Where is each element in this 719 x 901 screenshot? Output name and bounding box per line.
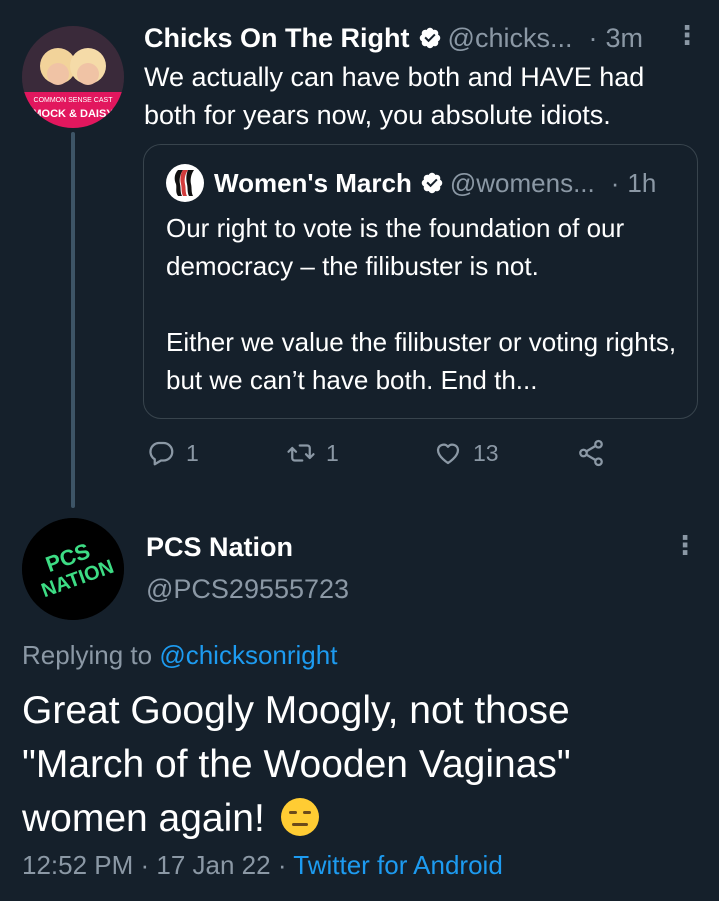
quoted-tweet-header: Women's March @womens... · 1h xyxy=(166,164,686,202)
tweet1-time[interactable]: 3m xyxy=(605,23,643,54)
womens-march-avatar[interactable] xyxy=(166,164,204,202)
like-count: 13 xyxy=(473,439,499,466)
tweet1-handle[interactable]: @chicks... xyxy=(448,23,573,54)
chicks-on-the-right-avatar[interactable]: COMMON SENSE CAST MOCK & DAISY xyxy=(22,26,124,128)
share-button[interactable] xyxy=(576,438,616,468)
separator-dot: · xyxy=(588,22,598,53)
like-button[interactable]: 13 xyxy=(433,438,499,468)
verified-badge-icon xyxy=(418,26,442,50)
quoted-time[interactable]: 1h xyxy=(627,168,656,199)
tweet2-author-name[interactable]: PCS Nation xyxy=(146,532,293,563)
avatar-image: PCS NATION xyxy=(22,518,124,620)
more-options-icon[interactable]: ⋮ xyxy=(672,530,698,561)
retweet-count: 1 xyxy=(326,439,339,466)
retweet-button[interactable]: 1 xyxy=(286,438,339,468)
tweet1-action-bar: 1 1 13 xyxy=(146,438,626,478)
share-icon xyxy=(579,439,603,467)
reply-count: 1 xyxy=(186,439,199,466)
avatar-caption-top: COMMON SENSE CAST xyxy=(34,97,114,104)
retweet-icon xyxy=(287,444,315,462)
tweet2-text-container: Great Googly Moogly, not those "March of… xyxy=(22,684,702,846)
reply-icon xyxy=(149,441,174,466)
tweet2-timestamp[interactable]: 12:52 PM · 17 Jan 22 · xyxy=(22,850,286,880)
quoted-tweet-card[interactable]: Women's March @womens... · 1h Our right … xyxy=(143,144,698,419)
reply-button[interactable]: 1 xyxy=(146,438,199,468)
tweet1-header: Chicks On The Right @chicks... · 3m xyxy=(144,20,699,56)
replying-to-link[interactable]: @chicksonright xyxy=(159,640,337,670)
expressionless-face-emoji xyxy=(280,797,320,837)
tweet2-meta: 12:52 PM · 17 Jan 22 · Twitter for Andro… xyxy=(22,850,503,881)
pcs-nation-avatar[interactable]: PCS NATION xyxy=(22,518,124,620)
quoted-handle[interactable]: @womens... xyxy=(450,168,595,199)
separator-dot: · xyxy=(610,167,620,198)
replying-to-line: Replying to @chicksonright xyxy=(22,640,337,671)
quoted-paragraph-1: Our right to vote is the foundation of o… xyxy=(166,213,625,281)
tweet2-handle[interactable]: @PCS29555723 xyxy=(146,574,349,605)
quoted-paragraph-2: Either we value the filibuster or voting… xyxy=(166,327,677,395)
tweet1-author-name[interactable]: Chicks On The Right xyxy=(144,23,410,54)
womens-march-logo-icon xyxy=(174,170,194,196)
tweet2-client[interactable]: Twitter for Android xyxy=(293,850,503,880)
avatar-image: COMMON SENSE CAST MOCK & DAISY xyxy=(22,26,124,128)
thread-connector-line xyxy=(71,132,75,508)
like-icon xyxy=(436,443,460,465)
tweet1-text: We actually can have both and HAVE had b… xyxy=(144,62,645,130)
more-options-icon[interactable]: ⋮ xyxy=(674,20,700,51)
quoted-tweet-text: Our right to vote is the foundation of o… xyxy=(166,209,686,399)
replying-prefix: Replying to xyxy=(22,640,153,670)
quoted-author-name[interactable]: Women's March xyxy=(214,168,412,199)
avatar-caption-bottom: MOCK & DAISY xyxy=(32,108,114,120)
verified-badge-icon xyxy=(420,171,444,195)
